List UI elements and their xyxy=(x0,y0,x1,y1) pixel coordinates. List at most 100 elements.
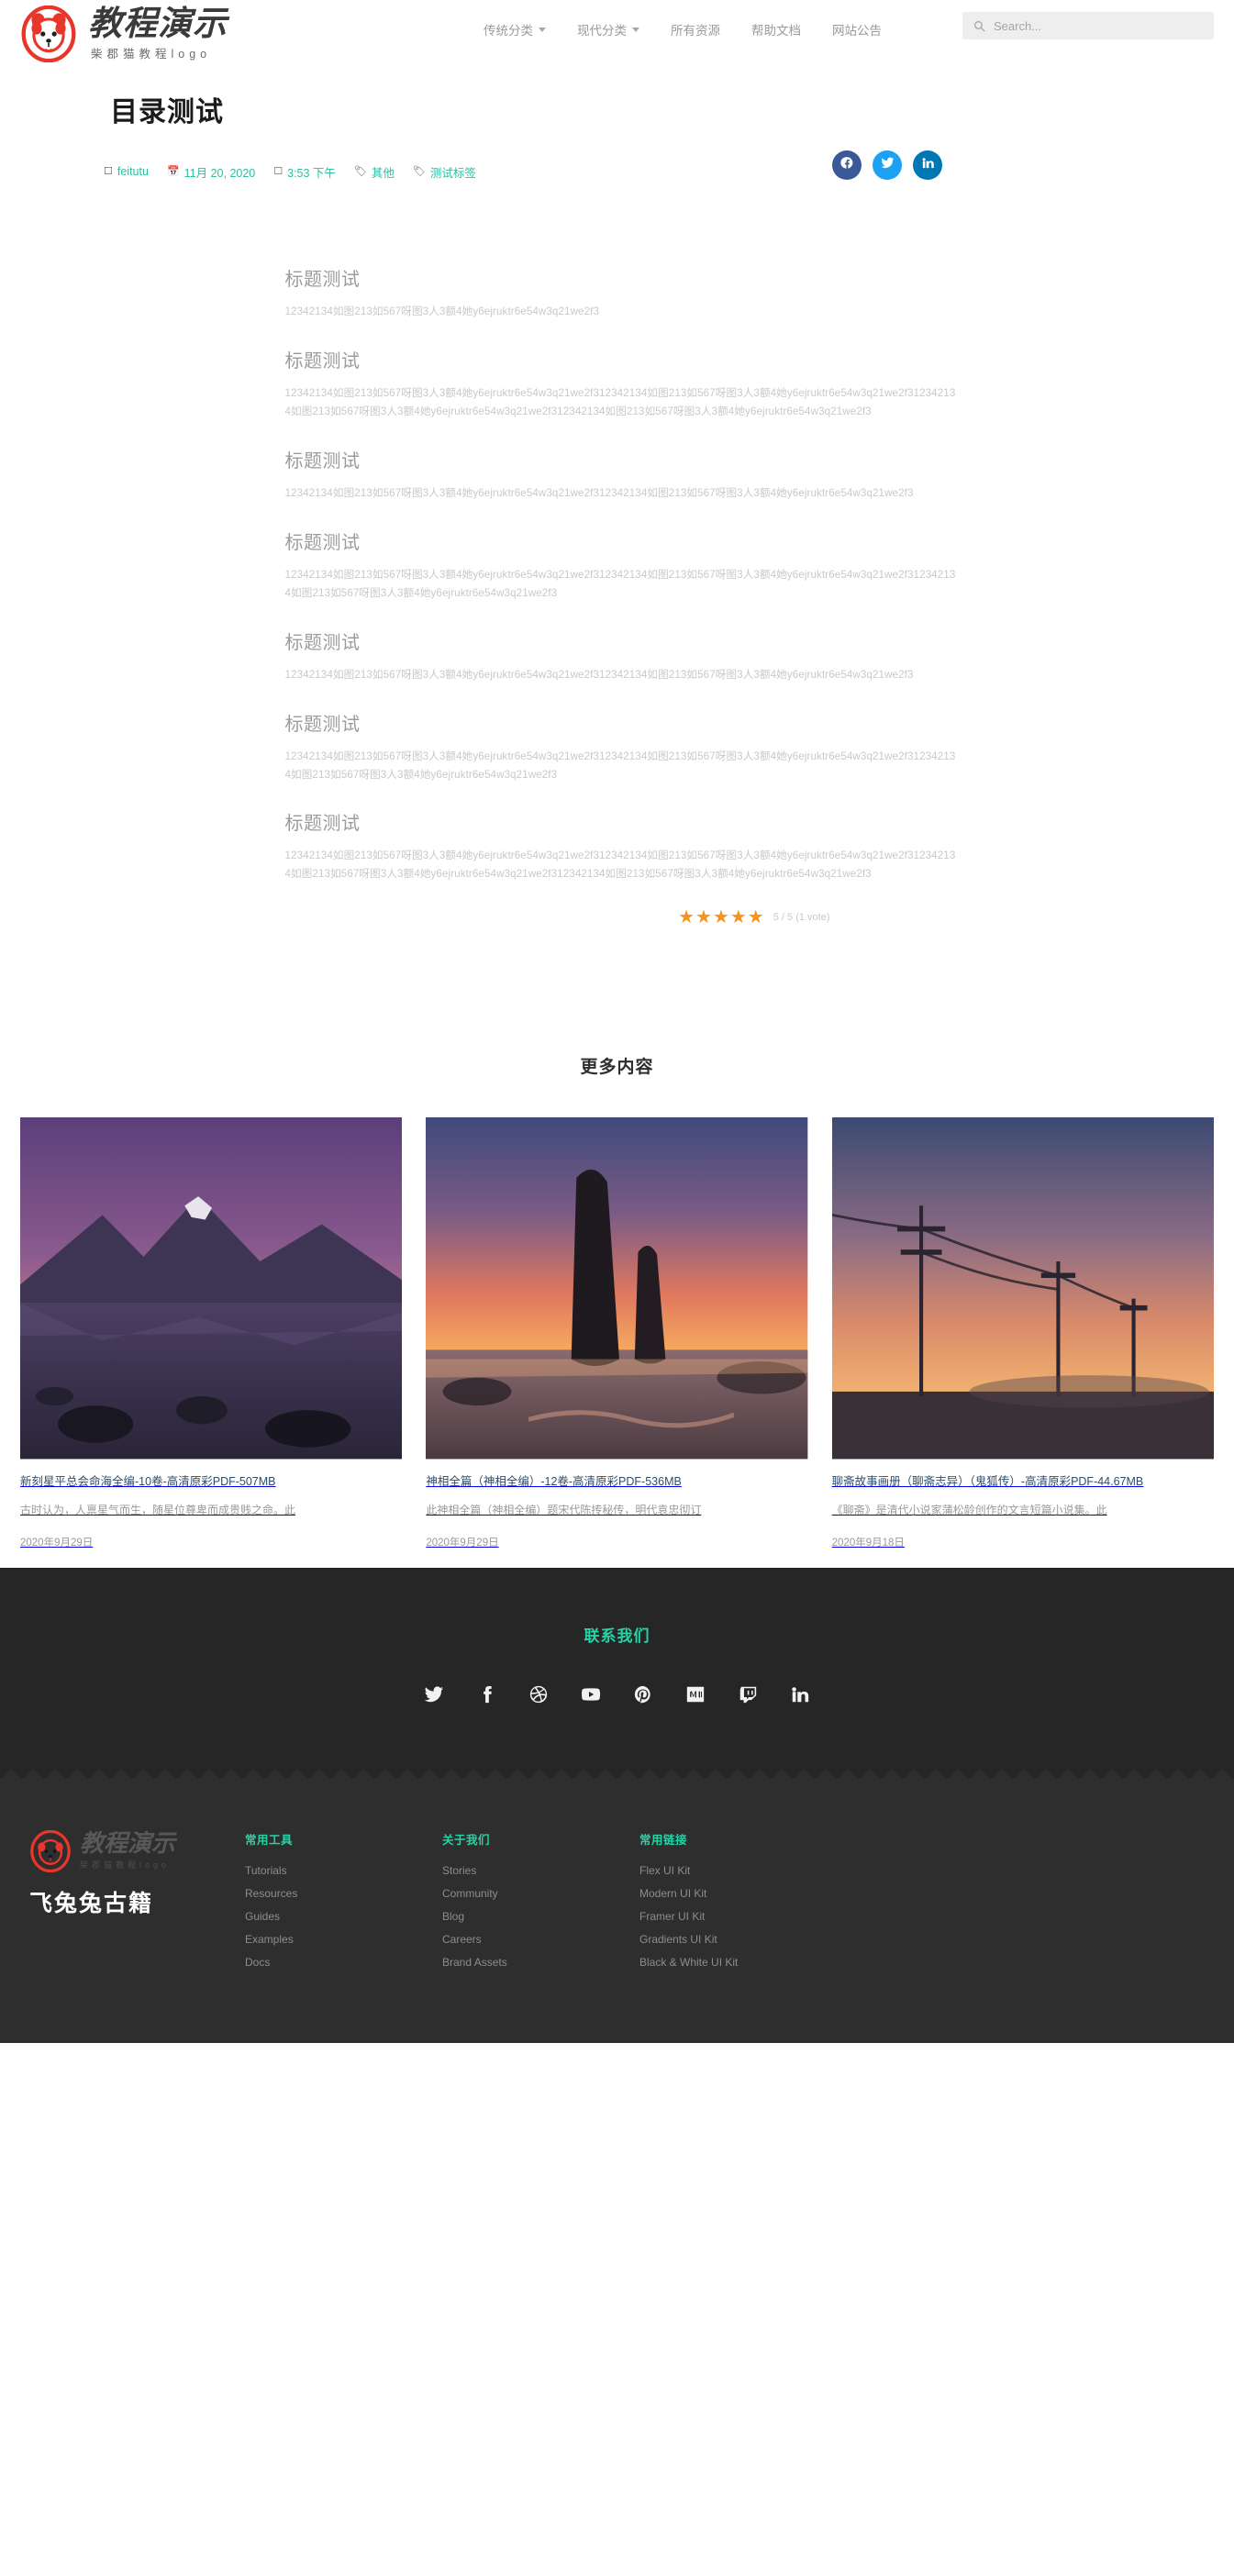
search-box[interactable] xyxy=(962,12,1214,39)
rating-score-label: 5 / 5 (1 vote) xyxy=(773,912,830,924)
footer-link-framer-ui-kit[interactable]: Framer UI Kit xyxy=(639,1910,837,1923)
site-header: 教程演示 柴郡猫教程logo 传统分类 现代分类 所有资源 帮助文档 网站公告 xyxy=(0,0,1234,89)
post-meta: ☐ feitutu 📅 11月 20, 2020 ☐ 3:53 下午 🏷 其他 … xyxy=(0,150,1234,193)
brand-title: 教程演示 xyxy=(88,3,228,43)
nav-item-help-docs[interactable]: 帮助文档 xyxy=(736,15,817,44)
content-heading: 标题测试 xyxy=(284,814,361,835)
search-icon xyxy=(973,20,985,32)
share-twitter-button[interactable] xyxy=(873,150,902,180)
contact-title: 联系我们 xyxy=(584,1627,650,1645)
content-heading: 标题测试 xyxy=(284,714,361,735)
calendar-icon: 📅 xyxy=(166,165,180,177)
post-header: 目录测试 ☐ feitutu 📅 11月 20, 2020 ☐ 3:53 下午 … xyxy=(0,89,1234,193)
footer-link-flex-ui-kit[interactable]: Flex UI Kit xyxy=(639,1864,837,1877)
site-footer: 教程演示 柴郡猫教程logo 飞兔兔古籍 常用工具 Tutorials Reso… xyxy=(0,1778,1234,2043)
footer-column-title: 常用工具 xyxy=(245,1833,294,1847)
content-paragraph: 12342134如图213如567呀图3人3额4她y6ejruktr6e54w3… xyxy=(284,305,600,317)
footer-link-tutorials[interactable]: Tutorials xyxy=(245,1864,442,1877)
social-links xyxy=(0,1684,1234,1709)
footer-column-tools: 常用工具 Tutorials Resources Guides Examples… xyxy=(245,1830,442,1979)
footer-link-gradients-ui-kit[interactable]: Gradients UI Kit xyxy=(639,1933,837,1946)
meta-time: ☐ 3:53 下午 xyxy=(273,163,336,181)
related-post-card[interactable]: 神相全篇（神相全编）-12卷-高清原彩PDF-536MB 此神相全篇（神相全编）… xyxy=(426,1117,808,1549)
content-heading: 标题测试 xyxy=(284,270,361,290)
site-logo-link[interactable]: 教程演示 柴郡猫教程logo xyxy=(0,0,228,63)
zigzag-divider xyxy=(0,1758,1234,1779)
nav-item-announcements[interactable]: 网站公告 xyxy=(817,15,897,44)
meta-author[interactable]: ☐ feitutu xyxy=(104,165,149,178)
meta-category[interactable]: 🏷 其他 xyxy=(354,163,395,181)
chevron-down-icon xyxy=(632,27,639,32)
dog-logo-icon xyxy=(29,1829,72,1872)
meta-tag[interactable]: 🏷 测试标签 xyxy=(413,163,476,181)
social-facebook-link[interactable] xyxy=(476,1684,496,1709)
content-paragraph: 12342134如图213如567呀图3人3额4她y6ejruktr6e54w3… xyxy=(284,668,914,681)
nav-item-traditional-category[interactable]: 传统分类 xyxy=(468,15,561,44)
social-twitter-link[interactable] xyxy=(424,1684,444,1709)
youtube-icon xyxy=(581,1684,601,1709)
footer-link-careers[interactable]: Careers xyxy=(442,1933,639,1946)
footer-link-community[interactable]: Community xyxy=(442,1887,639,1900)
main-navigation: 传统分类 现代分类 所有资源 帮助文档 网站公告 xyxy=(468,15,897,44)
nav-label: 所有资源 xyxy=(671,24,720,38)
meta-time-label: 3:53 下午 xyxy=(287,166,336,180)
share-facebook-button[interactable] xyxy=(832,150,862,180)
power-lines-dusk-photo xyxy=(831,1117,1214,1460)
related-post-title: 神相全篇（神相全编）-12卷-高清原彩PDF-536MB xyxy=(426,1474,682,1488)
nav-label: 帮助文档 xyxy=(751,24,801,38)
social-medium-link[interactable] xyxy=(685,1684,706,1709)
content-paragraph: 12342134如图213如567呀图3人3额4她y6ejruktr6e54w3… xyxy=(284,568,956,599)
content-paragraph: 12342134如图213如567呀图3人3额4她y6ejruktr6e54w3… xyxy=(284,749,956,781)
twitter-icon xyxy=(881,156,895,174)
footer-link-modern-ui-kit[interactable]: Modern UI Kit xyxy=(639,1887,837,1900)
nav-label: 现代分类 xyxy=(577,24,627,38)
related-post-date: 2020年9月29日 xyxy=(20,1537,94,1549)
social-youtube-link[interactable] xyxy=(581,1684,601,1709)
nav-label: 传统分类 xyxy=(484,24,533,38)
footer-brand-title: 教程演示 xyxy=(80,1829,176,1858)
search-input[interactable] xyxy=(994,18,1203,33)
footer-link-guides[interactable]: Guides xyxy=(245,1910,442,1923)
share-linkedin-button[interactable] xyxy=(913,150,942,180)
facebook-icon xyxy=(839,156,854,174)
star-rating-icon[interactable]: ★★★★★ xyxy=(678,908,765,927)
footer-link-stories[interactable]: Stories xyxy=(442,1864,639,1877)
footer-brand-subtitle: 柴郡猫教程logo xyxy=(80,1860,171,1870)
clock-icon: ☐ xyxy=(273,165,283,177)
related-post-card[interactable]: 新刻星平总会命海全编-10卷-高清原彩PDF-507MB 古时认为，人禀星气而生… xyxy=(20,1117,403,1549)
content-heading: 标题测试 xyxy=(284,450,361,472)
related-post-date: 2020年9月18日 xyxy=(831,1537,905,1549)
nav-item-all-resources[interactable]: 所有资源 xyxy=(655,15,736,44)
content-heading: 标题测试 xyxy=(284,532,361,553)
footer-link-brand-assets[interactable]: Brand Assets xyxy=(442,1956,639,1969)
footer-link-blog[interactable]: Blog xyxy=(442,1910,639,1923)
meta-date[interactable]: 📅 11月 20, 2020 xyxy=(167,163,255,181)
dog-logo-icon xyxy=(20,5,77,63)
facebook-icon xyxy=(476,1684,496,1709)
related-post-title: 聊斋故事画册（聊斋志异）（鬼狐传）-高清原彩PDF-44.67MB xyxy=(831,1474,1144,1488)
footer-link-black-white-ui-kit[interactable]: Black & White UI Kit xyxy=(639,1956,837,1969)
footer-link-docs[interactable]: Docs xyxy=(245,1956,442,1969)
content-paragraph: 12342134如图213如567呀图3人3额4她y6ejruktr6e54w3… xyxy=(284,386,956,417)
related-post-card[interactable]: 聊斋故事画册（聊斋志异）（鬼狐传）-高清原彩PDF-44.67MB 《聊斋》是清… xyxy=(831,1117,1214,1549)
dribbble-icon xyxy=(528,1684,549,1709)
social-pinterest-link[interactable] xyxy=(633,1684,653,1709)
linkedin-icon xyxy=(790,1684,810,1709)
footer-link-resources[interactable]: Resources xyxy=(245,1887,442,1900)
meta-author-label: feitutu xyxy=(117,165,149,178)
post-rating[interactable]: ★★★★★ 5 / 5 (1 vote) xyxy=(285,908,959,927)
user-icon: ☐ xyxy=(104,165,113,177)
footer-link-examples[interactable]: Examples xyxy=(245,1933,442,1946)
footer-column-links: 常用链接 Flex UI Kit Modern UI Kit Framer UI… xyxy=(639,1830,837,1979)
meta-category-label: 其他 xyxy=(371,166,395,180)
share-buttons xyxy=(832,150,942,180)
mountain-lake-sunset-photo xyxy=(20,1117,403,1460)
nav-item-modern-category[interactable]: 现代分类 xyxy=(561,15,655,44)
related-post-excerpt: 此神相全篇（神相全编）题宋代陈抟秘传，明代袁忠彻订 xyxy=(426,1504,702,1517)
footer-contact-section: 联系我们 xyxy=(0,1567,1234,1759)
social-twitch-link[interactable] xyxy=(738,1684,758,1709)
social-dribbble-link[interactable] xyxy=(528,1684,549,1709)
meta-tag-label: 测试标签 xyxy=(429,166,476,180)
footer-column-title: 常用链接 xyxy=(639,1833,688,1847)
social-linkedin-link[interactable] xyxy=(790,1684,810,1709)
